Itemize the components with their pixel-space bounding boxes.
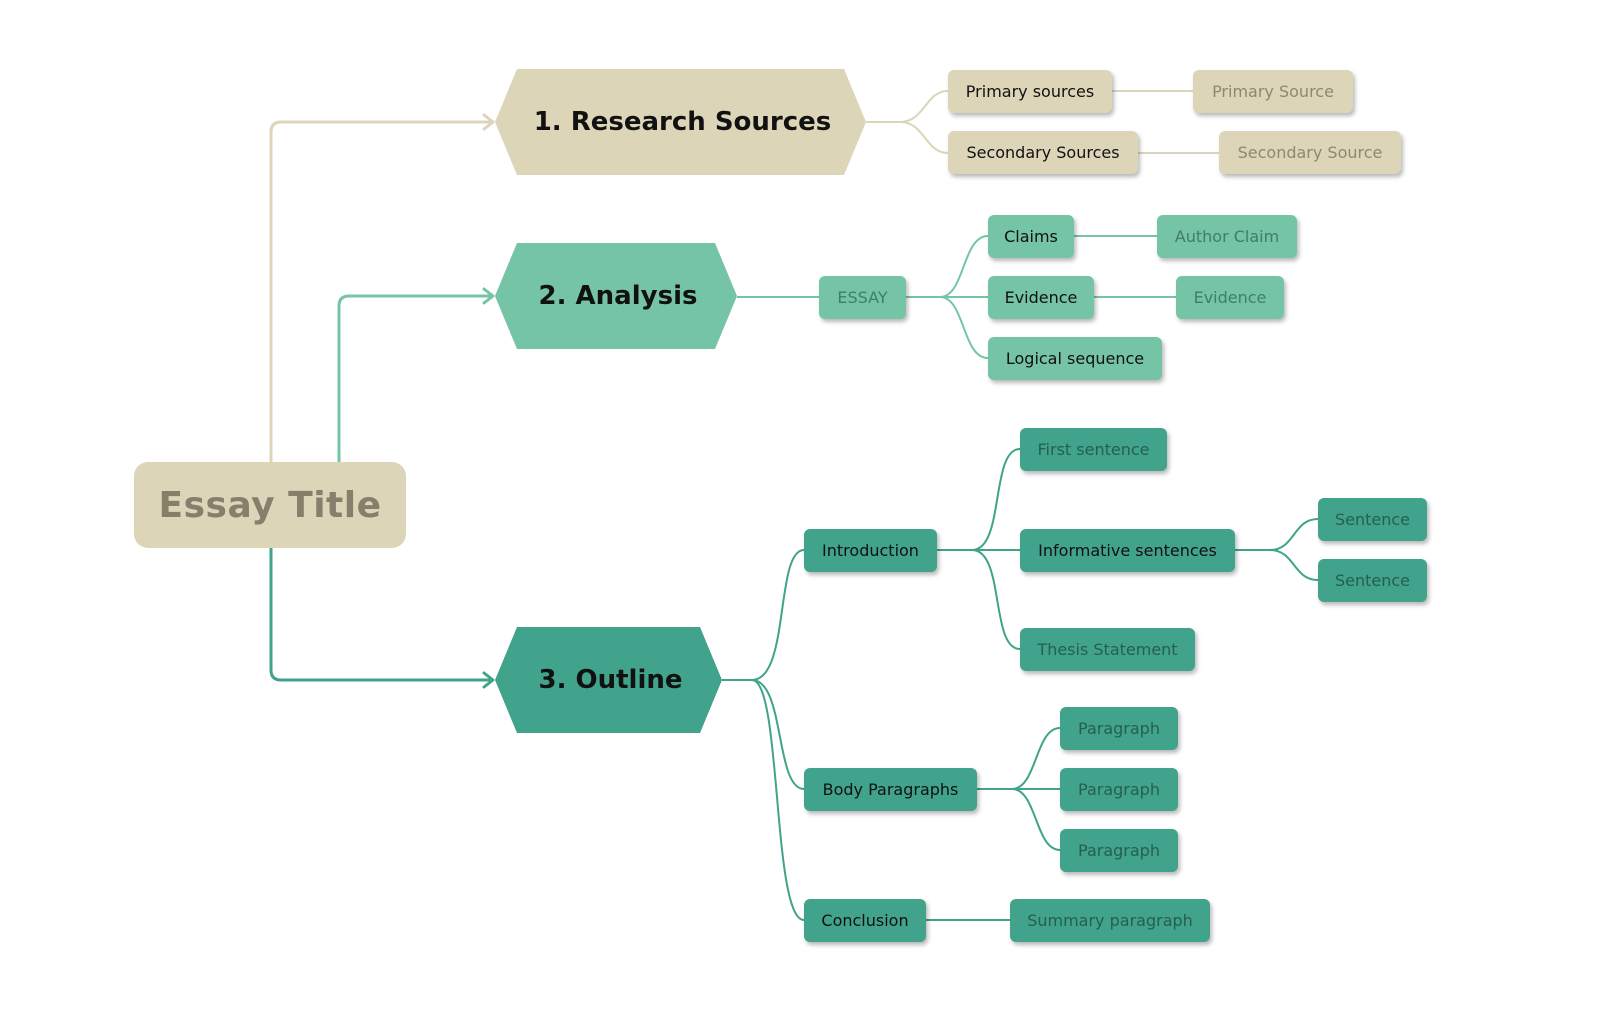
node-label: Paragraph <box>1078 841 1160 860</box>
node-label: Conclusion <box>821 911 909 930</box>
branch-label: 3. Outline <box>538 665 683 695</box>
node-evidence[interactable]: Evidence <box>988 276 1094 319</box>
node-first-sentence[interactable]: First sentence <box>1020 428 1167 471</box>
connector-intro-first <box>937 448 1021 551</box>
node-sentence-1[interactable]: Sentence <box>1318 498 1427 541</box>
node-secondary-sources[interactable]: Secondary Sources <box>948 131 1138 174</box>
node-primary-source[interactable]: Primary Source <box>1193 70 1353 113</box>
node-logical-sequence[interactable]: Logical sequence <box>988 337 1162 380</box>
node-label: Body Paragraphs <box>822 780 959 799</box>
connector-outline-body <box>751 679 805 790</box>
node-essay[interactable]: ESSAY <box>819 276 906 319</box>
node-label: Paragraph <box>1078 780 1160 799</box>
connector-root-analysis <box>337 294 494 464</box>
connector-outline-intro <box>722 549 805 681</box>
node-claims[interactable]: Claims <box>988 215 1074 258</box>
node-label: Paragraph <box>1078 719 1160 738</box>
connector-informative-sentence-1 <box>1235 518 1319 551</box>
node-label: Primary Source <box>1212 82 1334 101</box>
node-primary-sources[interactable]: Primary sources <box>948 70 1112 113</box>
node-label: Informative sentences <box>1038 541 1217 560</box>
node-label: Summary paragraph <box>1027 911 1193 930</box>
arrowhead-outline <box>482 671 495 689</box>
connector-research-primary <box>866 90 949 123</box>
node-paragraph-1[interactable]: Paragraph <box>1060 707 1178 750</box>
node-label: Logical sequence <box>1005 349 1145 368</box>
connector-root-research <box>269 120 494 464</box>
node-author-claim[interactable]: Author Claim <box>1157 215 1297 258</box>
node-paragraph-3[interactable]: Paragraph <box>1060 829 1178 872</box>
node-body-paragraphs[interactable]: Body Paragraphs <box>804 768 977 811</box>
branch-label: 2. Analysis <box>538 281 698 311</box>
node-introduction[interactable]: Introduction <box>804 529 937 572</box>
node-label: Sentence <box>1334 510 1411 529</box>
branch-outline[interactable]: 3. Outline <box>495 627 722 733</box>
connector-outline-conclusion <box>751 679 805 921</box>
node-informative-sentences[interactable]: Informative sentences <box>1020 529 1235 572</box>
node-secondary-source[interactable]: Secondary Source <box>1219 131 1401 174</box>
node-label: Secondary Sources <box>966 143 1120 162</box>
branch-research-sources[interactable]: 1. Research Sources <box>495 69 866 175</box>
node-label: Claims <box>1004 227 1058 246</box>
root-label: Essay Title <box>158 484 382 526</box>
mind-map-canvas: Essay Title 1. Research Sources 2. Analy… <box>0 0 1603 1021</box>
node-label: Evidence <box>1004 288 1078 307</box>
node-summary-paragraph[interactable]: Summary paragraph <box>1010 899 1210 942</box>
node-label: Secondary Source <box>1237 143 1383 162</box>
node-label: First sentence <box>1037 440 1150 459</box>
node-label: Author Claim <box>1174 227 1280 246</box>
node-label: ESSAY <box>837 288 888 307</box>
node-thesis-statement[interactable]: Thesis Statement <box>1020 628 1195 671</box>
node-paragraph-2[interactable]: Paragraph <box>1060 768 1178 811</box>
root-node-essay-title[interactable]: Essay Title <box>134 462 406 548</box>
connector-body-paragraph-1 <box>977 727 1061 790</box>
node-label: Primary sources <box>965 82 1095 101</box>
node-sentence-2[interactable]: Sentence <box>1318 559 1427 602</box>
arrowhead-research <box>482 113 495 131</box>
node-label: Evidence <box>1193 288 1267 307</box>
branch-analysis[interactable]: 2. Analysis <box>495 243 737 349</box>
node-evidence-detail[interactable]: Evidence <box>1176 276 1284 319</box>
node-label: Sentence <box>1334 571 1411 590</box>
connector-intro-thesis <box>971 549 1021 650</box>
node-conclusion[interactable]: Conclusion <box>804 899 926 942</box>
connector-root-outline <box>269 546 494 682</box>
connector-essay-logical <box>939 296 989 359</box>
node-label: Introduction <box>822 541 919 560</box>
node-label: Thesis Statement <box>1037 640 1178 659</box>
connector-research-secondary <box>866 121 949 154</box>
connector-body-paragraph-3 <box>1011 788 1061 851</box>
arrowhead-analysis <box>482 287 495 305</box>
connector-informative-sentence-2 <box>1269 549 1319 581</box>
connector-essay-claims <box>906 235 989 298</box>
branch-label: 1. Research Sources <box>533 107 832 137</box>
